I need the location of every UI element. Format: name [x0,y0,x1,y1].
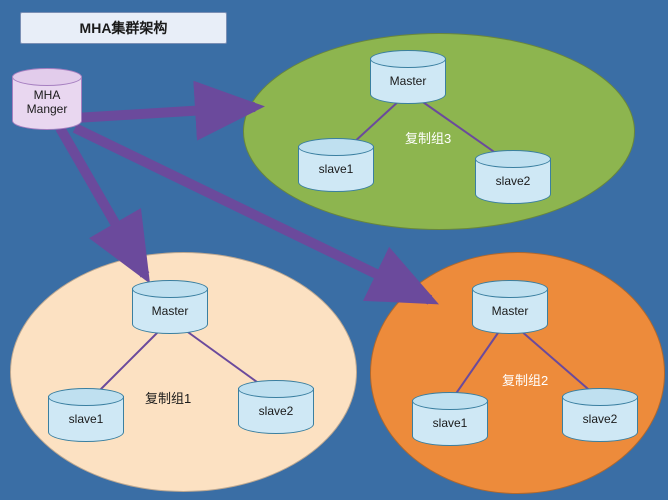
g3-slave2: slave2 [475,150,551,204]
g3-master: Master [370,50,446,104]
g3-slave1: slave1 [298,138,374,192]
g2-label: 复制组2 [502,370,548,389]
arrow-manager-g1 [60,128,145,275]
g2-master: Master [472,280,548,334]
manager-label: MHA Manger [12,88,82,116]
g3-label: 复制组3 [405,128,451,147]
diagram-title: MHA集群架构 [20,12,227,44]
g1-slave1: slave1 [48,388,124,442]
g2-slave1: slave1 [412,392,488,446]
manager-node: MHA Manger [12,68,82,130]
arrow-manager-g3 [75,107,255,118]
g1-label: 复制组1 [145,388,191,407]
g1-master: Master [132,280,208,334]
g2-slave2: slave2 [562,388,638,442]
g1-slave2: slave2 [238,380,314,434]
